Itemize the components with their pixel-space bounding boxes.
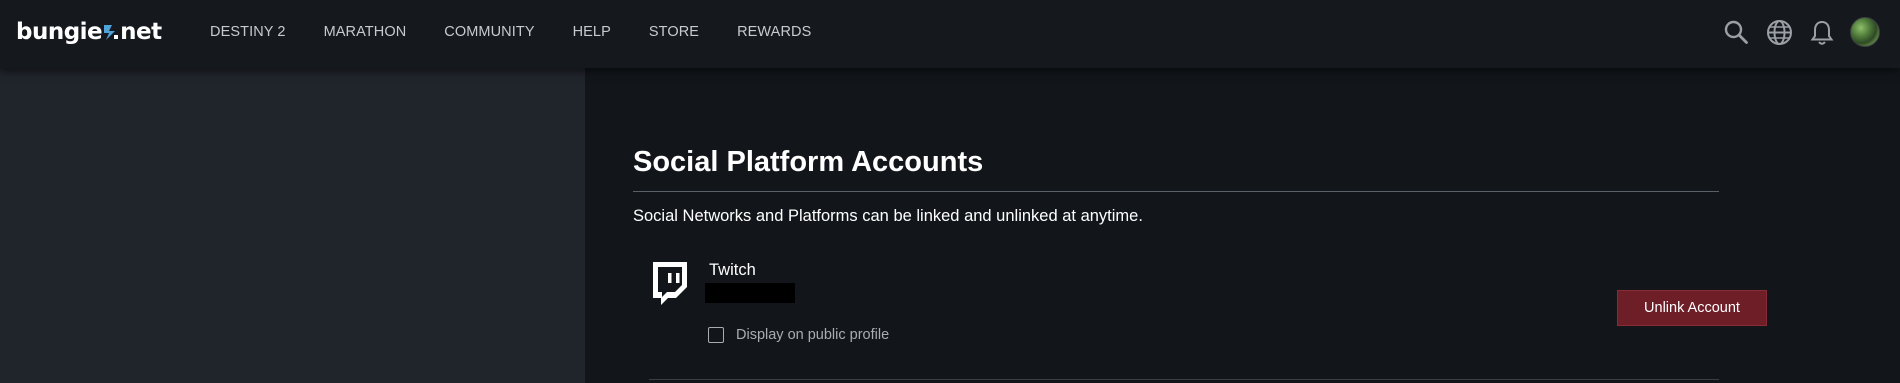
logo-mark-icon (103, 21, 119, 43)
bungie-logo[interactable]: bungie net (16, 19, 162, 45)
nav-item-destiny-2[interactable]: DESTINY 2 (210, 24, 286, 40)
nav-item-marathon[interactable]: MARATHON (324, 24, 407, 40)
display-public-label[interactable]: Display on public profile (736, 327, 889, 343)
title-divider (633, 191, 1719, 192)
display-public-checkbox[interactable] (708, 327, 724, 343)
nav-item-store[interactable]: STORE (649, 24, 699, 40)
platform-name: Twitch (709, 261, 756, 279)
redacted-username (705, 283, 795, 303)
avatar (1850, 17, 1880, 47)
avatar-button[interactable] (1850, 17, 1880, 47)
page-title: Social Platform Accounts (633, 146, 984, 178)
bell-icon[interactable] (1807, 17, 1837, 47)
unlink-account-button[interactable]: Unlink Account (1617, 290, 1767, 326)
logo-text-left: bungie (16, 19, 103, 45)
nav-item-help[interactable]: HELP (573, 24, 611, 40)
logo-text-right: net (120, 19, 162, 45)
twitch-icon (649, 262, 689, 313)
search-icon[interactable] (1721, 17, 1751, 47)
nav-item-community[interactable]: COMMUNITY (444, 24, 534, 40)
globe-icon[interactable] (1764, 17, 1794, 47)
nav-icon-group (1708, 17, 1880, 47)
row-divider (649, 379, 1719, 380)
main-nav: DESTINY 2 MARATHON COMMUNITY HELP STORE … (210, 24, 849, 40)
section-description: Social Networks and Platforms can be lin… (633, 207, 1143, 225)
left-sidebar-panel (0, 68, 585, 383)
platform-row-twitch: Twitch Display on public profile Unlink … (649, 261, 1767, 371)
top-navigation: bungie net DESTINY 2 MARATHON COMMUNITY … (0, 0, 1900, 68)
main-content: Social Platform Accounts Social Networks… (585, 68, 1900, 383)
nav-item-rewards[interactable]: REWARDS (737, 24, 811, 40)
